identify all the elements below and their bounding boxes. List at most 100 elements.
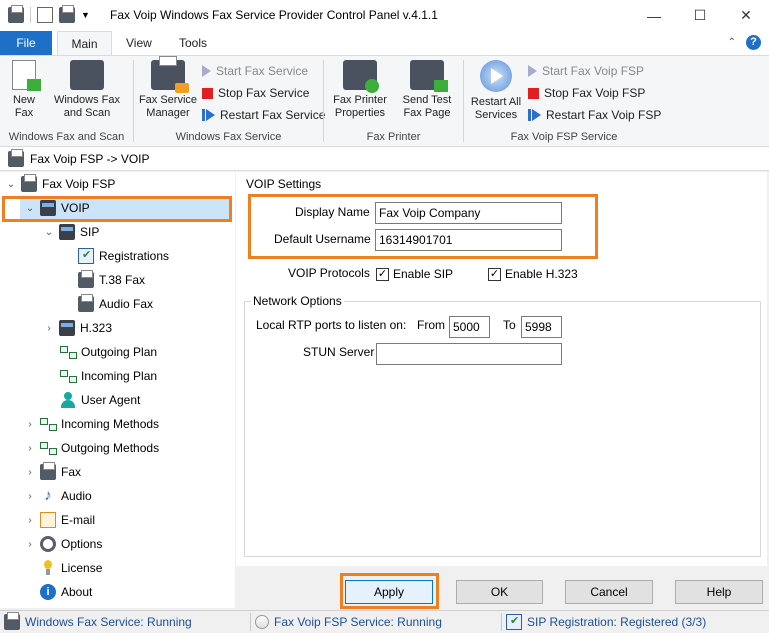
fax-scan-icon [70,60,104,90]
tree-item-fax-voip-fsp[interactable]: ⌄ Fax Voip FSP [6,173,115,195]
tab-main[interactable]: Main [57,31,112,55]
fax-printer-properties-label: Fax Printer Properties [333,94,387,119]
window-title: Fax Voip Windows Fax Service Provider Co… [110,8,438,22]
maximize-button[interactable]: ☐ [677,0,723,31]
rtp-from-input[interactable] [449,316,490,338]
registrations-icon [78,248,94,264]
chevron-right-icon[interactable]: › [25,419,35,430]
tree-item-email[interactable]: › E-mail [25,509,95,531]
tree-item-outgoing-plan[interactable]: Outgoing Plan [60,341,157,363]
chevron-right-icon[interactable]: › [25,467,35,478]
restart-all-services-button[interactable]: Restart All Services [466,60,526,122]
new-fax-button[interactable]: New Fax [6,60,42,120]
tree-item-license[interactable]: License [40,557,102,579]
ok-button[interactable]: OK [456,580,543,604]
rtp-to-input[interactable] [521,316,562,338]
tree-item-incoming-methods[interactable]: › Incoming Methods [25,413,159,435]
stun-server-input[interactable] [376,343,562,365]
stop-icon [528,87,539,99]
cancel-button[interactable]: Cancel [565,580,653,604]
close-button[interactable]: ✕ [723,0,769,31]
sip-device-icon [59,224,75,240]
tree-item-user-agent[interactable]: User Agent [60,389,140,411]
tree-label: SIP [80,225,100,239]
group-windows-fax-scan: New Fax Windows Fax and Scan Windows Fax… [0,56,133,146]
methods-icon [40,440,57,456]
qat-dropdown-icon[interactable]: ▼ [81,10,90,20]
tree-item-options[interactable]: › Options [25,533,102,555]
tree-label: User Agent [81,393,141,407]
tree-item-sip[interactable]: ⌄ SIP [44,221,99,243]
restart-icon [528,109,541,121]
qat-separator [30,7,31,23]
stop-fax-voip-fsp-button[interactable]: Stop Fax Voip FSP [528,83,645,103]
navigation-tree: ⌄ Fax Voip FSP ⌄ VOIP ⌄ SIP Registration… [0,172,235,608]
registration-icon [506,614,522,630]
windows-fax-scan-button[interactable]: Windows Fax and Scan [48,60,126,120]
printer-icon[interactable] [59,5,75,23]
tree-item-audio[interactable]: › ♪ Audio [25,485,92,507]
send-test-fax-icon [410,60,448,92]
chevron-down-icon[interactable]: ⌄ [6,179,16,190]
status-fax-service[interactable]: Windows Fax Service: Running [0,611,250,633]
tree-item-audio-fax[interactable]: Audio Fax [78,293,153,315]
title-bar: ▼ Fax Voip Windows Fax Service Provider … [0,0,769,31]
chevron-right-icon[interactable]: › [25,491,35,502]
help-button[interactable]: Help [675,580,763,604]
tree-item-t38-fax[interactable]: T.38 Fax [78,269,145,291]
status-fsp-service[interactable]: Fax Voip FSP Service: Running [251,611,501,633]
chevron-right-icon[interactable]: › [25,443,35,454]
chevron-right-icon[interactable]: › [44,323,54,334]
start-fax-voip-fsp-button[interactable]: Start Fax Voip FSP [528,61,644,81]
tree-item-voip[interactable]: ⌄ VOIP [25,197,90,219]
send-test-fax-button[interactable]: Send Test Fax Page [396,60,458,120]
fax-service-manager-button[interactable]: Fax Service Manager [136,56,200,120]
tree-label: Outgoing Plan [81,345,158,359]
tree-item-about[interactable]: i About [40,581,92,603]
fax-service-manager-icon [151,56,189,93]
tree-label: Fax [61,465,82,479]
tab-tools[interactable]: Tools [167,31,219,55]
start-fax-service-button[interactable]: Start Fax Service [202,61,308,81]
chevron-down-icon[interactable]: ⌄ [44,227,54,238]
group-fax-printer: Fax Printer Properties Send Test Fax Pag… [324,56,463,146]
tree-item-registrations[interactable]: Registrations [78,245,169,267]
enable-sip-checkbox[interactable]: ✓ Enable SIP [376,267,453,281]
gear-icon [40,536,56,552]
group-label-windows-fax-service: Windows Fax Service [175,131,282,143]
h323-device-icon [59,320,75,336]
enable-h323-checkbox[interactable]: ✓ Enable H.323 [488,267,578,281]
apply-button[interactable]: Apply [345,580,433,604]
help-icon[interactable]: ? [746,35,761,50]
tree-label: About [61,585,93,599]
music-note-icon: ♪ [44,487,52,504]
checkmark-icon: ✓ [488,267,501,281]
stop-fax-service-button[interactable]: Stop Fax Service [202,83,309,103]
stun-server-label: STUN Server [303,345,375,359]
tab-view[interactable]: View [114,31,164,55]
collapse-ribbon-icon[interactable]: ⌃ [728,37,736,48]
fax-icon [78,294,94,312]
stop-fax-voip-fsp-label: Stop Fax Voip FSP [544,86,646,100]
status-sip-registration[interactable]: SIP Registration: Registered (3/3) [502,611,762,633]
tab-file[interactable]: File [0,31,52,55]
tree-item-incoming-plan[interactable]: Incoming Plan [60,365,157,387]
tree-item-outgoing-methods[interactable]: › Outgoing Methods [25,437,159,459]
tree-item-fax[interactable]: › Fax [25,461,81,483]
email-icon [40,512,56,528]
chevron-right-icon[interactable]: › [25,515,35,526]
lightbulb-icon [40,560,56,576]
chevron-right-icon[interactable]: › [25,539,35,550]
fax-printer-properties-button[interactable]: Fax Printer Properties [328,60,392,120]
minimize-button[interactable]: — [631,0,677,31]
restart-fax-service-button[interactable]: Restart Fax Service [202,105,325,125]
windows-fax-scan-label: Windows Fax and Scan [53,94,121,119]
new-document-icon[interactable] [37,7,53,23]
enable-sip-label: Enable SIP [393,267,454,281]
tree-item-h323[interactable]: › H.323 [44,317,112,339]
restart-fax-voip-fsp-button[interactable]: Restart Fax Voip FSP [528,105,661,125]
from-label: From [417,318,445,332]
tree-label: Audio [61,489,92,503]
chevron-down-icon[interactable]: ⌄ [25,203,35,214]
info-icon: i [40,584,56,600]
